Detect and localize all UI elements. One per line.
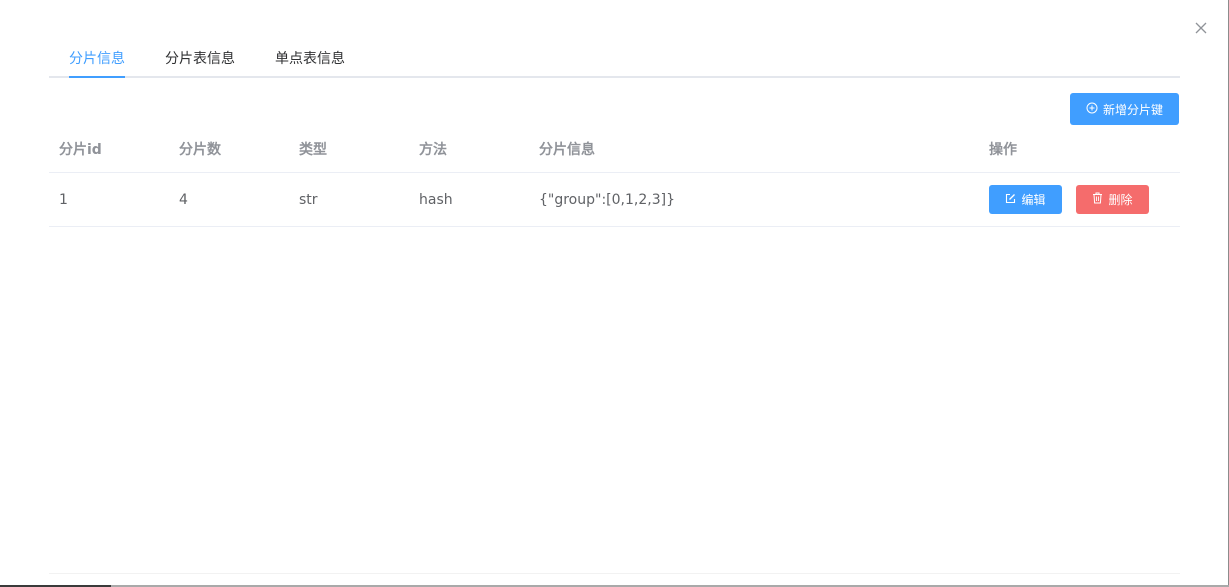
circle-plus-icon (1086, 102, 1098, 117)
tab-shard-info[interactable]: 分片信息 (69, 40, 125, 78)
trash-icon (1092, 192, 1103, 207)
cell-type: str (299, 191, 318, 208)
tab-bar: 分片信息 分片表信息 单点表信息 (49, 40, 1180, 78)
table-row: 1 4 str hash {"group":[0,1,2,3]} 编辑 删除 (49, 173, 1180, 227)
tab-shard-table-info[interactable]: 分片表信息 (165, 40, 235, 78)
edit-icon (1005, 193, 1016, 207)
header-shard-info: 分片信息 (539, 142, 595, 158)
header-shard-id: 分片id (59, 142, 102, 158)
header-method: 方法 (419, 142, 447, 158)
edit-button[interactable]: 编辑 (989, 185, 1062, 214)
cell-method: hash (419, 191, 453, 208)
cell-shard-id: 1 (59, 191, 68, 208)
add-shard-key-button[interactable]: 新增分片键 (1070, 93, 1179, 125)
tab-single-table-info[interactable]: 单点表信息 (275, 40, 345, 78)
edit-button-label: 编辑 (1021, 193, 1046, 207)
delete-button-label: 删除 (1108, 193, 1133, 207)
footer-divider (49, 573, 1180, 574)
add-shard-key-label: 新增分片键 (1102, 102, 1163, 117)
cell-shard-info: {"group":[0,1,2,3]} (539, 191, 675, 208)
close-icon[interactable] (1193, 20, 1209, 36)
shard-table: 分片id 分片数 类型 方法 分片信息 操作 1 4 str hash {"gr… (49, 126, 1180, 227)
cell-shard-count: 4 (179, 191, 188, 208)
header-type: 类型 (299, 142, 327, 158)
header-actions: 操作 (989, 142, 1017, 158)
shard-dialog: 分片信息 分片表信息 单点表信息 新增分片键 分片id 分片数 类型 方法 分片… (0, 0, 1229, 587)
header-shard-count: 分片数 (179, 142, 221, 158)
active-tab-indicator (69, 76, 125, 78)
table-header-row: 分片id 分片数 类型 方法 分片信息 操作 (49, 126, 1180, 173)
delete-button[interactable]: 删除 (1076, 185, 1149, 214)
